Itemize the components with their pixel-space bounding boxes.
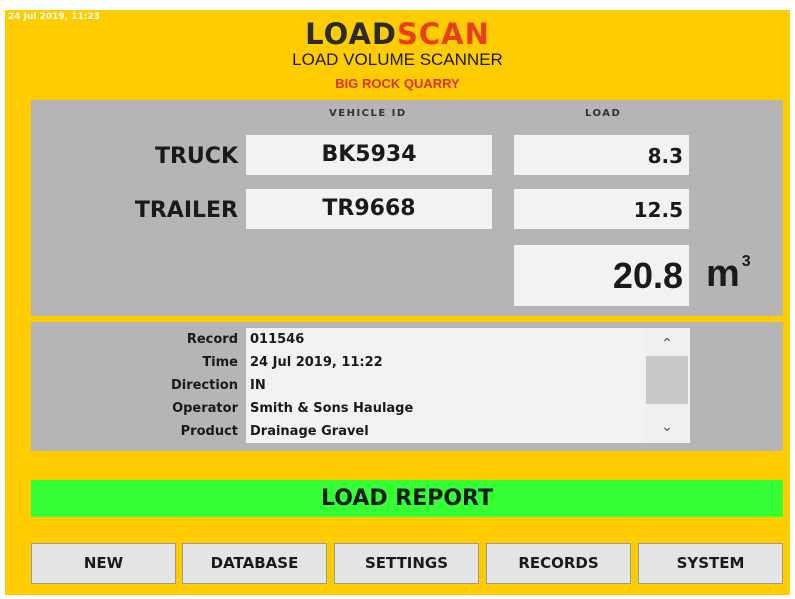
unit-text: m bbox=[706, 253, 740, 295]
info-key: Time bbox=[202, 355, 238, 370]
details-scrollbar[interactable]: ⌃ ⌄ bbox=[644, 328, 690, 443]
loadscan-logo: LOADSCAN bbox=[0, 19, 795, 49]
total-load-field: 20.8 bbox=[514, 245, 689, 306]
system-button[interactable]: SYSTEM bbox=[638, 543, 783, 584]
info-value: 24 Jul 2019, 11:22 bbox=[250, 355, 383, 370]
records-button[interactable]: RECORDS bbox=[486, 543, 631, 584]
load-report-button[interactable]: LOAD REPORT bbox=[31, 480, 783, 517]
info-value: IN bbox=[250, 378, 266, 393]
trailer-load-field: 12.5 bbox=[514, 189, 689, 229]
truck-label: TRUCK bbox=[154, 144, 238, 169]
info-key: Product bbox=[180, 424, 238, 439]
trailer-label: TRAILER bbox=[134, 198, 238, 223]
info-key: Record bbox=[186, 332, 238, 347]
info-key: Direction bbox=[170, 378, 238, 393]
scroll-thumb[interactable] bbox=[646, 356, 688, 404]
info-value: Smith & Sons Haulage bbox=[250, 401, 414, 416]
volume-unit: m3 bbox=[706, 253, 751, 296]
info-value: Drainage Gravel bbox=[250, 424, 369, 439]
unit-exponent: 3 bbox=[741, 253, 751, 270]
vehicle-id-header: VEHICLE ID bbox=[329, 108, 407, 119]
logo-load-text: LOAD bbox=[305, 17, 397, 51]
new-button[interactable]: NEW bbox=[31, 543, 176, 584]
settings-button[interactable]: SETTINGS bbox=[334, 543, 479, 584]
database-button[interactable]: DATABASE bbox=[182, 543, 327, 584]
trailer-vehicle-id-field[interactable]: TR9668 bbox=[246, 189, 492, 229]
info-key: Operator bbox=[172, 401, 238, 416]
load-header: LOAD bbox=[585, 108, 622, 119]
logo-scan-text: SCAN bbox=[396, 17, 490, 51]
site-name: BIG ROCK QUARRY bbox=[335, 76, 460, 91]
chevron-up-icon[interactable]: ⌃ bbox=[644, 332, 690, 356]
chevron-down-icon[interactable]: ⌄ bbox=[644, 415, 690, 439]
truck-load-field: 8.3 bbox=[514, 135, 689, 175]
app-subtitle: LOAD VOLUME SCANNER bbox=[292, 50, 503, 69]
info-value: 011546 bbox=[250, 332, 305, 347]
truck-vehicle-id-field[interactable]: BK5934 bbox=[246, 135, 492, 175]
